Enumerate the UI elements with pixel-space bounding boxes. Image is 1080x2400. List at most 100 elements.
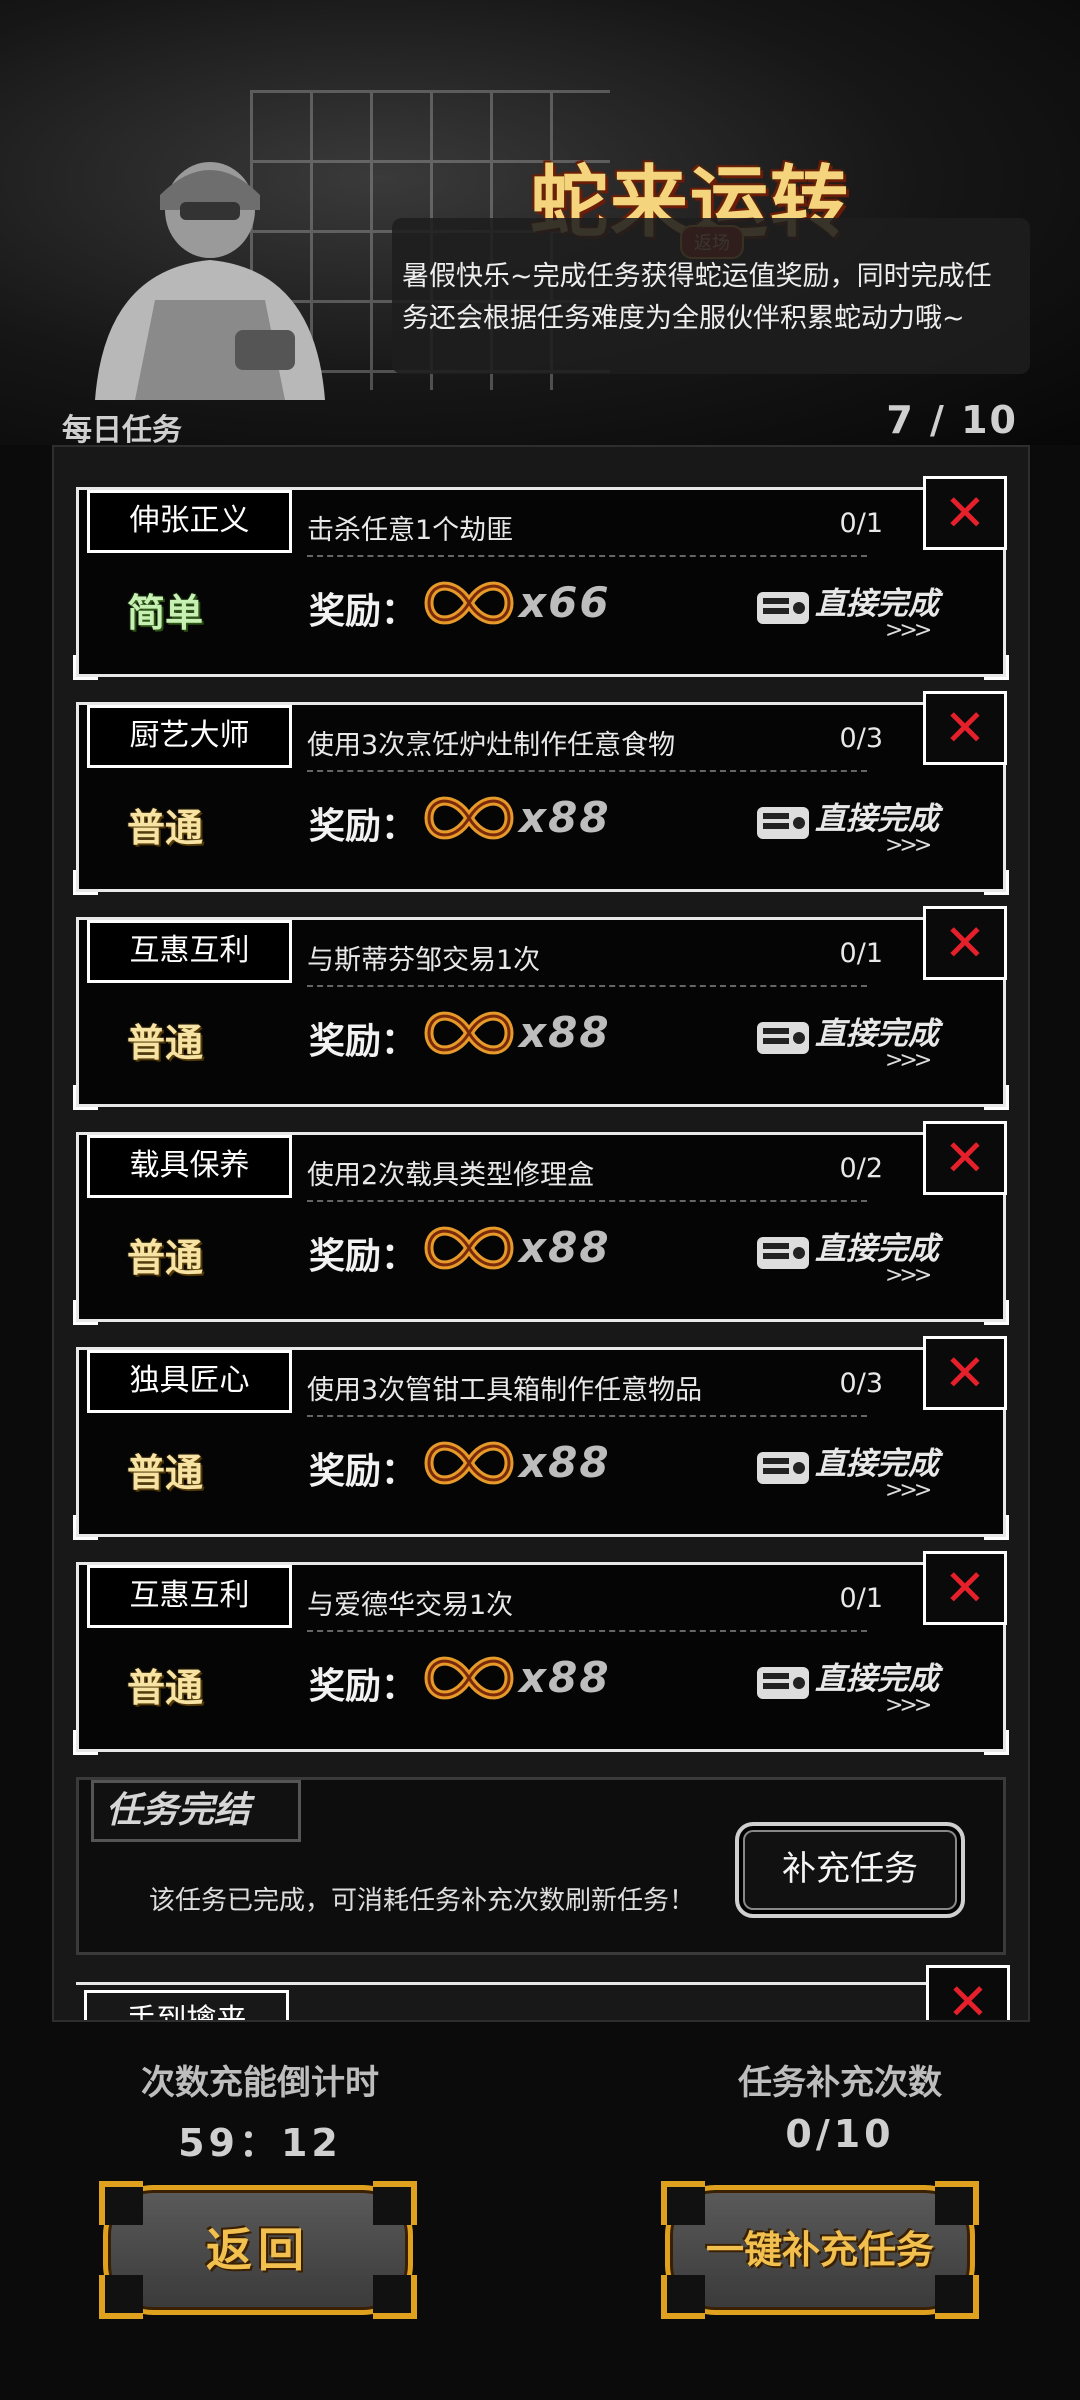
- task-progress: 0/2: [839, 1153, 883, 1184]
- ticket-icon: [757, 1667, 809, 1699]
- task-card: 厨艺大师 使用3次烹饪炉灶制作任意食物 0/3 ✕ 普通 奖励： x88 直接完…: [73, 691, 1009, 895]
- refill-all-tasks-button[interactable]: 一键补充任务: [661, 2181, 979, 2319]
- infinity-snake-icon: [424, 1011, 514, 1055]
- direct-complete-label: 直接完成: [815, 1661, 939, 1697]
- abandon-task-button[interactable]: ✕: [923, 1551, 1007, 1625]
- reward-label: 奖励：: [309, 1666, 418, 1707]
- task-card-partial: 手到擒来 ✕: [76, 1965, 1010, 2020]
- arrows-icon: >>>: [885, 833, 932, 858]
- completed-task-description: 该任务已完成，可消耗任务补充次数刷新任务！: [149, 1886, 696, 1916]
- ticket-icon: [757, 1022, 809, 1054]
- abandon-task-button[interactable]: ✕: [923, 1121, 1007, 1195]
- soldier-character-illustration: [95, 162, 325, 400]
- task-name: 手到擒来: [84, 1990, 289, 2020]
- back-button-label: 返回: [206, 2223, 310, 2277]
- arrows-icon: >>>: [885, 1693, 932, 1718]
- direct-complete-button[interactable]: 直接完成 >>>: [755, 1223, 985, 1293]
- abandon-task-button[interactable]: ✕: [923, 906, 1007, 980]
- ticket-icon: [757, 1237, 809, 1269]
- close-icon: ✕: [944, 1344, 986, 1402]
- infinity-snake-icon: [424, 1226, 514, 1270]
- task-name: 厨艺大师: [87, 705, 292, 768]
- task-card: 伸张正义 击杀任意1个劫匪 0/1 ✕ 简单 奖励： x66 直接完成 >>>: [73, 476, 1009, 680]
- reward-label: 奖励：: [309, 1451, 418, 1492]
- infinity-snake-icon: [424, 1656, 514, 1700]
- event-header: 蛇来运转 返场 暑假快乐~完成任务获得蛇运值奖励，同时完成任务还会根据任务难度为…: [0, 0, 1080, 445]
- arrows-icon: >>>: [885, 1478, 932, 1503]
- daily-tasks-count: 7 / 10: [886, 398, 1018, 442]
- task-name: 载具保养: [87, 1135, 292, 1198]
- task-name: 互惠互利: [87, 1565, 292, 1628]
- direct-complete-label: 直接完成: [815, 1016, 939, 1052]
- reward-label: 奖励：: [309, 806, 418, 847]
- infinity-snake-icon: [424, 1441, 514, 1485]
- task-progress: 0/1: [839, 1583, 883, 1614]
- recharge-countdown-value: 59：12: [178, 2121, 342, 2165]
- difficulty-badge: 普通: [127, 1235, 204, 1280]
- completed-task-card: 任务完结 该任务已完成，可消耗任务补充次数刷新任务！ 补充任务: [76, 1777, 1006, 1955]
- infinity-snake-icon: [424, 796, 514, 840]
- direct-complete-button[interactable]: 直接完成 >>>: [755, 578, 985, 648]
- reward-quantity: x66: [519, 578, 611, 627]
- reward-quantity: x88: [519, 1653, 611, 1702]
- arrows-icon: >>>: [885, 618, 932, 643]
- difficulty-badge: 普通: [127, 1665, 204, 1710]
- task-card: 互惠互利 与斯蒂芬邹交易1次 0/1 ✕ 普通 奖励： x88 直接完成 >>>: [73, 906, 1009, 1110]
- ticket-icon: [757, 1452, 809, 1484]
- reward-quantity: x88: [519, 1223, 611, 1272]
- abandon-task-button[interactable]: ✕: [923, 476, 1007, 550]
- event-intro-text: 暑假快乐~完成任务获得蛇运值奖励，同时完成任务还会根据任务难度为全服伙伴积累蛇动…: [392, 218, 1030, 374]
- refill-task-button[interactable]: 补充任务: [735, 1822, 965, 1918]
- task-list[interactable]: 伸张正义 击杀任意1个劫匪 0/1 ✕ 简单 奖励： x66 直接完成 >>> …: [52, 445, 1030, 2022]
- ticket-icon: [757, 807, 809, 839]
- reward-quantity: x88: [519, 793, 611, 842]
- task-description: 击杀任意1个劫匪: [307, 508, 867, 557]
- task-name: 独具匠心: [87, 1350, 292, 1413]
- task-name: 伸张正义: [87, 490, 292, 553]
- task-description: 与爱德华交易1次: [307, 1583, 867, 1632]
- task-card: 互惠互利 与爱德华交易1次 0/1 ✕ 普通 奖励： x88 直接完成 >>>: [73, 1551, 1009, 1755]
- close-icon: ✕: [947, 1973, 989, 2022]
- completed-task-title: 任务完结: [91, 1780, 301, 1842]
- task-progress: 0/1: [839, 938, 883, 969]
- difficulty-badge: 简单: [127, 590, 204, 635]
- daily-tasks-label: 每日任务: [62, 413, 182, 448]
- abandon-task-button[interactable]: ✕: [923, 691, 1007, 765]
- task-description: 使用2次载具类型修理盒: [307, 1153, 867, 1202]
- back-button[interactable]: 返回: [99, 2181, 417, 2319]
- task-description: 与斯蒂芬邹交易1次: [307, 938, 867, 987]
- difficulty-badge: 普通: [127, 1020, 204, 1065]
- direct-complete-label: 直接完成: [815, 586, 939, 622]
- close-icon: ✕: [944, 1559, 986, 1617]
- abandon-task-button[interactable]: ✕: [926, 1965, 1010, 2022]
- recharge-countdown-label: 次数充能倒计时: [141, 2063, 379, 2103]
- direct-complete-button[interactable]: 直接完成 >>>: [755, 793, 985, 863]
- arrows-icon: >>>: [885, 1263, 932, 1288]
- close-icon: ✕: [944, 1129, 986, 1187]
- task-progress: 0/3: [839, 1368, 883, 1399]
- abandon-task-button[interactable]: ✕: [923, 1336, 1007, 1410]
- task-progress: 0/1: [839, 508, 883, 539]
- close-icon: ✕: [944, 914, 986, 972]
- refill-count-label: 任务补充次数: [738, 2063, 942, 2103]
- direct-complete-label: 直接完成: [815, 801, 939, 837]
- refill-all-button-label: 一键补充任务: [705, 2228, 934, 2272]
- reward-label: 奖励：: [309, 591, 418, 632]
- direct-complete-label: 直接完成: [815, 1446, 939, 1482]
- reward-label: 奖励：: [309, 1021, 418, 1062]
- task-description: 使用3次管钳工具箱制作任意物品: [307, 1368, 867, 1417]
- task-description: 使用3次烹饪炉灶制作任意食物: [307, 723, 867, 772]
- direct-complete-button[interactable]: 直接完成 >>>: [755, 1653, 985, 1723]
- difficulty-badge: 普通: [127, 1450, 204, 1495]
- reward-quantity: x88: [519, 1438, 611, 1487]
- reward-label: 奖励：: [309, 1236, 418, 1277]
- close-icon: ✕: [944, 484, 986, 542]
- direct-complete-label: 直接完成: [815, 1231, 939, 1267]
- difficulty-badge: 普通: [127, 805, 204, 850]
- direct-complete-button[interactable]: 直接完成 >>>: [755, 1438, 985, 1508]
- direct-complete-button[interactable]: 直接完成 >>>: [755, 1008, 985, 1078]
- task-progress: 0/3: [839, 723, 883, 754]
- task-card: 独具匠心 使用3次管钳工具箱制作任意物品 0/3 ✕ 普通 奖励： x88 直接…: [73, 1336, 1009, 1540]
- close-icon: ✕: [944, 699, 986, 757]
- refill-count-value: 0/10: [785, 2112, 895, 2156]
